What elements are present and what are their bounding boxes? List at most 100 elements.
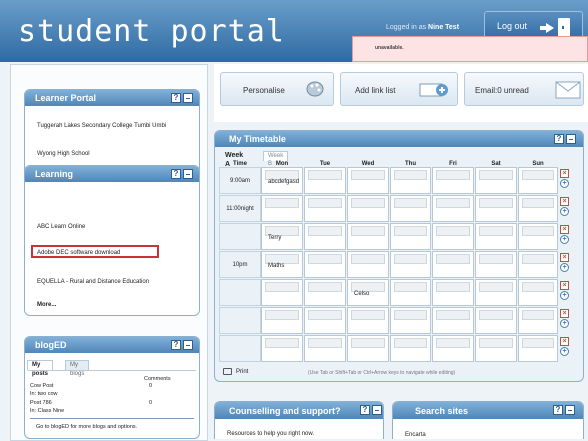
timetable-cell[interactable] (304, 251, 346, 278)
timetable-cell[interactable] (347, 167, 389, 194)
add-row-icon[interactable]: + (560, 263, 569, 272)
timetable-cell[interactable] (475, 195, 517, 222)
timetable-cell[interactable] (390, 335, 431, 362)
minimize-icon[interactable] (183, 340, 193, 350)
timetable-cell[interactable] (518, 195, 558, 222)
timetable-cell[interactable] (432, 223, 474, 250)
minimize-icon[interactable] (183, 169, 193, 179)
post-title[interactable]: Cow Post (30, 383, 54, 389)
help-icon[interactable]: ? (553, 405, 563, 415)
personalise-button[interactable]: Personalise (220, 72, 334, 106)
cell-text: Celso (354, 291, 370, 297)
time-cell[interactable] (219, 307, 261, 334)
timetable-cell[interactable] (432, 335, 474, 362)
timetable-cell[interactable] (432, 279, 474, 306)
timetable-cell[interactable] (475, 223, 517, 250)
time-cell[interactable]: 9:00am (219, 167, 261, 194)
timetable-cell[interactable] (261, 335, 303, 362)
tab-my-posts[interactable]: My posts (27, 360, 53, 377)
time-cell[interactable] (219, 335, 261, 362)
timetable-cell[interactable] (475, 167, 517, 194)
learning-link[interactable]: EQUELLA - Rural and Distance Education (37, 279, 149, 285)
timetable-cell[interactable]: Terry (261, 223, 303, 250)
blog-footer-link[interactable]: Go to blogED for more blogs and options. (36, 424, 137, 430)
timetable-cell[interactable] (432, 195, 474, 222)
timetable-cell[interactable]: Maths (261, 251, 303, 278)
help-icon[interactable]: ? (360, 405, 370, 415)
help-icon[interactable]: ? (171, 93, 181, 103)
timetable-cell[interactable] (390, 167, 431, 194)
timetable-cell[interactable] (347, 307, 389, 334)
add-row-icon[interactable]: + (560, 319, 569, 328)
minimize-icon[interactable] (372, 405, 382, 415)
timetable-cell[interactable] (475, 307, 517, 334)
timetable-cell[interactable] (304, 195, 346, 222)
tab-week-b[interactable]: Week B (263, 151, 289, 167)
add-link-list-button[interactable]: Add link list (340, 72, 458, 106)
search-site-link[interactable]: Encarta (405, 432, 426, 438)
email-button[interactable]: Email:0 unread (464, 72, 584, 106)
delete-row-icon[interactable]: × (560, 169, 569, 178)
minimize-icon[interactable] (183, 93, 193, 103)
timetable-cell[interactable] (304, 279, 346, 306)
add-row-icon[interactable]: + (560, 235, 569, 244)
timetable-cell[interactable] (432, 167, 474, 194)
more-link[interactable]: More... (37, 302, 56, 308)
time-cell[interactable] (219, 223, 261, 250)
timetable-cell[interactable] (390, 251, 431, 278)
help-icon[interactable]: ? (554, 134, 564, 144)
timetable-cell[interactable] (347, 223, 389, 250)
add-row-icon[interactable]: + (560, 179, 569, 188)
delete-row-icon[interactable]: × (560, 309, 569, 318)
timetable-cell[interactable] (261, 279, 303, 306)
timetable-cell[interactable] (432, 307, 474, 334)
tab-week-a[interactable]: Week A (221, 151, 247, 168)
learning-link[interactable]: Adobe DEC software download (37, 250, 120, 256)
timetable-cell[interactable] (390, 307, 431, 334)
timetable-cell[interactable] (304, 307, 346, 334)
timetable-cell[interactable] (261, 307, 303, 334)
timetable-cell[interactable] (304, 167, 346, 194)
timetable-cell[interactable] (518, 251, 558, 278)
timetable-cell[interactable] (518, 167, 558, 194)
timetable-cell[interactable] (518, 335, 558, 362)
time-cell[interactable]: 11:00night (219, 195, 261, 222)
portal-link[interactable]: Wyong High School (37, 151, 90, 157)
timetable-cell[interactable] (432, 251, 474, 278)
help-icon[interactable]: ? (171, 340, 181, 350)
timetable-cell[interactable] (518, 223, 558, 250)
add-row-icon[interactable]: + (560, 291, 569, 300)
delete-row-icon[interactable]: × (560, 197, 569, 206)
learning-link[interactable]: ABC Learn Online (37, 224, 85, 230)
timetable-cell[interactable] (390, 195, 431, 222)
portal-link[interactable]: Tuggerah Lakes Secondary College Tumbi U… (37, 123, 166, 129)
timetable-cell[interactable]: Celso (347, 279, 389, 306)
minimize-icon[interactable] (565, 405, 575, 415)
delete-row-icon[interactable]: × (560, 225, 569, 234)
timetable-cell[interactable] (390, 279, 431, 306)
timetable-cell[interactable] (390, 223, 431, 250)
timetable-cell[interactable] (518, 307, 558, 334)
time-cell[interactable]: 10pm (219, 251, 261, 278)
timetable-cell[interactable] (304, 223, 346, 250)
help-icon[interactable]: ? (171, 169, 181, 179)
delete-row-icon[interactable]: × (560, 253, 569, 262)
time-cell[interactable] (219, 279, 261, 306)
add-row-icon[interactable]: + (560, 207, 569, 216)
delete-row-icon[interactable]: × (560, 337, 569, 346)
delete-row-icon[interactable]: × (560, 281, 569, 290)
post-title[interactable]: Post 786 (30, 400, 52, 406)
timetable-cell[interactable]: abcdefgasd (261, 167, 303, 194)
timetable-cell[interactable] (347, 195, 389, 222)
timetable-cell[interactable] (475, 335, 517, 362)
minimize-icon[interactable] (566, 134, 576, 144)
timetable-cell[interactable] (347, 251, 389, 278)
add-row-icon[interactable]: + (560, 347, 569, 356)
timetable-cell[interactable] (475, 279, 517, 306)
palette-icon (306, 81, 324, 97)
timetable-cell[interactable] (518, 279, 558, 306)
timetable-cell[interactable] (261, 195, 303, 222)
timetable-cell[interactable] (304, 335, 346, 362)
timetable-cell[interactable] (347, 335, 389, 362)
timetable-cell[interactable] (475, 251, 517, 278)
